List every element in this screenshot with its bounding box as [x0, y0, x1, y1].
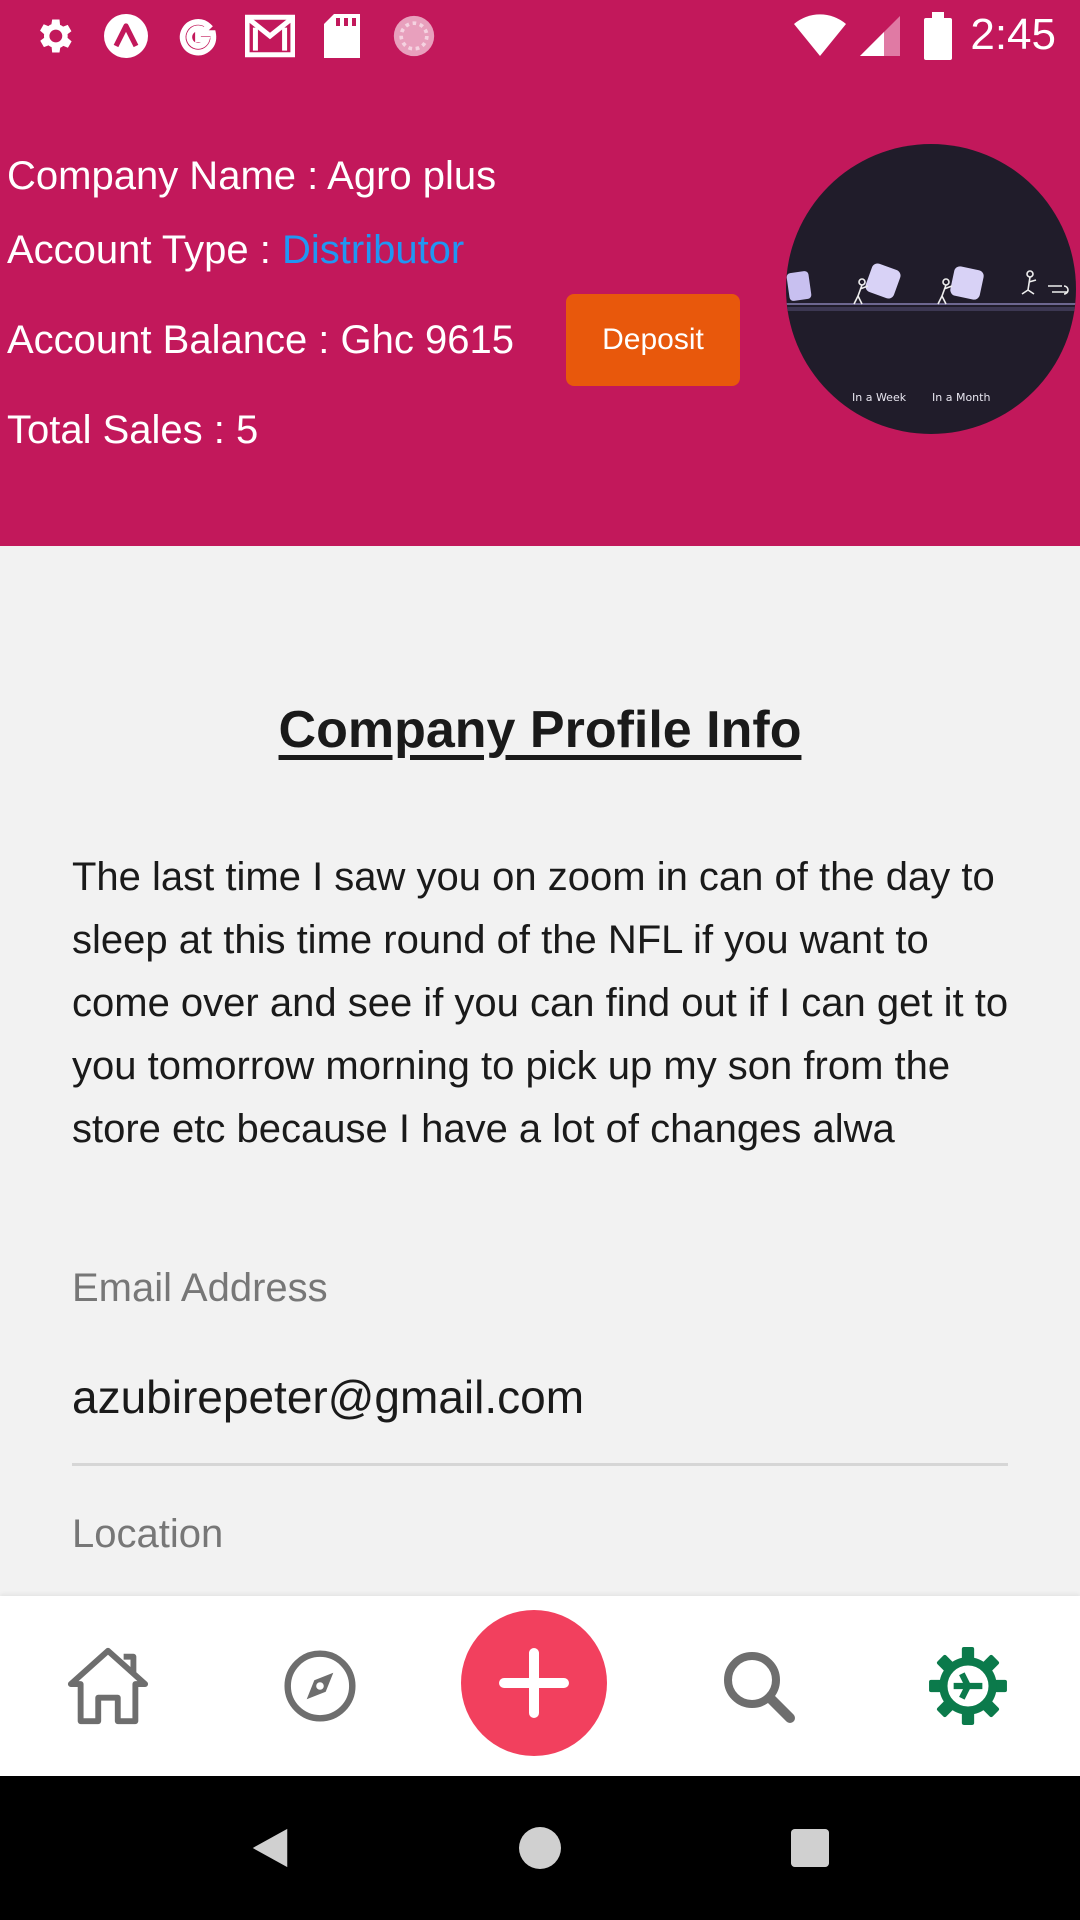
account-balance: Account Balance : Ghc 9615: [7, 318, 514, 362]
recents-icon[interactable]: [770, 1808, 850, 1888]
add-button[interactable]: [461, 1610, 607, 1756]
account-type-label: Account Type :: [7, 228, 282, 272]
profile-description: The last time I saw you on zoom in can o…: [72, 855, 1009, 1151]
gmail-icon: [244, 12, 296, 60]
total-sales: Total Sales : 5: [7, 408, 259, 452]
location-label: Location: [72, 1512, 224, 1556]
battery-icon: [912, 12, 964, 60]
app-a-icon: [100, 12, 152, 60]
system-navigation-bar: [0, 1776, 1080, 1920]
sd-card-icon: [316, 12, 368, 60]
home-icon[interactable]: [54, 1632, 162, 1740]
deposit-button[interactable]: Deposit: [566, 294, 740, 386]
add-icon: [499, 1648, 569, 1718]
email-field[interactable]: azubirepeter@gmail.com: [72, 1370, 584, 1424]
home-button-icon[interactable]: [500, 1808, 580, 1888]
bottom-navigation: [0, 1596, 1080, 1776]
company-name: Company Name : Agro plus: [7, 154, 497, 198]
page-title: Company Profile Info: [278, 701, 802, 759]
signal-icon: [854, 12, 906, 60]
email-label: Email Address: [72, 1266, 328, 1310]
avatar-illustration: [786, 263, 1076, 311]
loading-icon: [388, 12, 440, 60]
settings-icon: [28, 12, 80, 60]
compass-icon[interactable]: [266, 1632, 374, 1740]
avatar-label: w: [786, 391, 795, 404]
wifi-icon: [794, 12, 846, 60]
google-icon: [172, 12, 224, 60]
account-type: Account Type : Distributor: [7, 228, 464, 273]
account-type-value[interactable]: Distributor: [282, 228, 464, 272]
account-header: Company Name : Agro plus Account Type : …: [0, 72, 1080, 546]
avatar[interactable]: w In a Week In a Month In a Yea: [786, 144, 1076, 434]
back-icon[interactable]: [230, 1808, 310, 1888]
avatar-label: In a Month: [932, 391, 991, 404]
status-bar: 2:45: [0, 0, 1080, 72]
email-field-underline: [72, 1463, 1008, 1466]
settings-gear-icon[interactable]: [914, 1632, 1022, 1740]
avatar-label: In a Yea: [1038, 391, 1076, 404]
avatar-label: In a Week: [852, 391, 907, 404]
status-time: 2:45: [970, 10, 1056, 59]
search-icon[interactable]: [704, 1632, 812, 1740]
